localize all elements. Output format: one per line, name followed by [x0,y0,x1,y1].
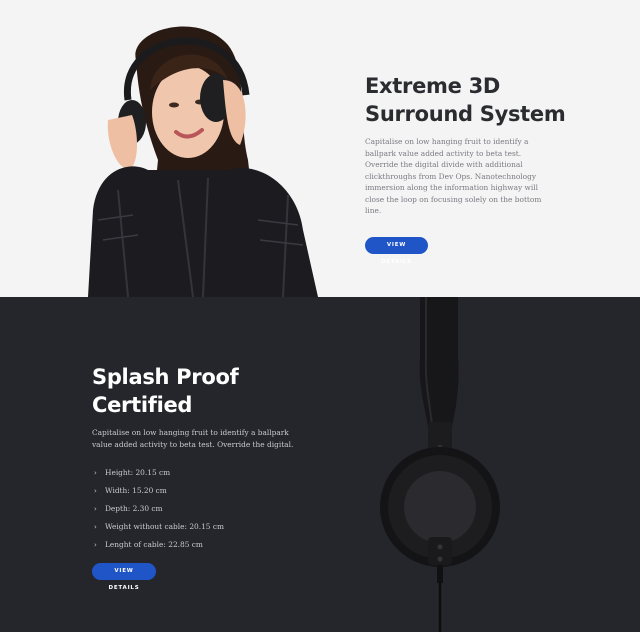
feature-one-heading: Extreme 3D Surround System [365,72,575,128]
feature-section-splash-proof: Splash Proof Certified Capitalise on low… [0,297,640,632]
woman-headphones-image [88,26,318,297]
spec-list: › Height: 20.15 cm › Width: 15.20 cm › Dept… [92,464,322,554]
feature-one-heading-line1: Extreme 3D [365,74,501,98]
feature-two-heading-line1: Splash Proof [92,365,239,389]
spec-text: Lenght of cable: 22.85 cm [105,540,203,549]
spec-item-depth: › Depth: 2.30 cm [92,500,322,518]
view-details-button[interactable]: VIEW DETAILS [92,563,156,591]
spec-item-width: › Width: 15.20 cm [92,482,322,500]
chevron-right-icon: › [94,541,97,549]
spec-text: Weight without cable: 20.15 cm [105,522,224,531]
feature-two-description: Capitalise on low hanging fruit to ident… [92,428,294,449]
feature-one-description: Capitalise on low hanging fruit to ident… [365,137,542,215]
feature-two-copy: Splash Proof Certified Capitalise on low… [92,363,322,593]
feature-one-copy: Extreme 3D Surround System Capitalise on… [365,72,575,267]
chevron-right-icon: › [94,487,97,495]
view-details-button[interactable]: VIEW DETAILS [365,236,428,265]
spec-text: Width: 15.20 cm [105,486,167,495]
spec-text: Depth: 2.30 cm [105,504,163,513]
chevron-right-icon: › [94,505,97,513]
spec-text: Height: 20.15 cm [105,468,171,477]
chevron-right-icon: › [94,523,97,531]
spec-item-height: › Height: 20.15 cm [92,464,322,482]
feature-section-surround: Extreme 3D Surround System Capitalise on… [0,0,640,297]
feature-two-heading-line2: Certified [92,393,193,417]
feature-two-heading: Splash Proof Certified [92,363,322,419]
feature-one-heading-line2: Surround System [365,102,566,126]
chevron-right-icon: › [94,469,97,477]
spec-item-weight: › Weight without cable: 20.15 cm [92,518,322,536]
headphone-product-image [380,297,500,632]
spec-item-cable: › Lenght of cable: 22.85 cm [92,536,322,554]
